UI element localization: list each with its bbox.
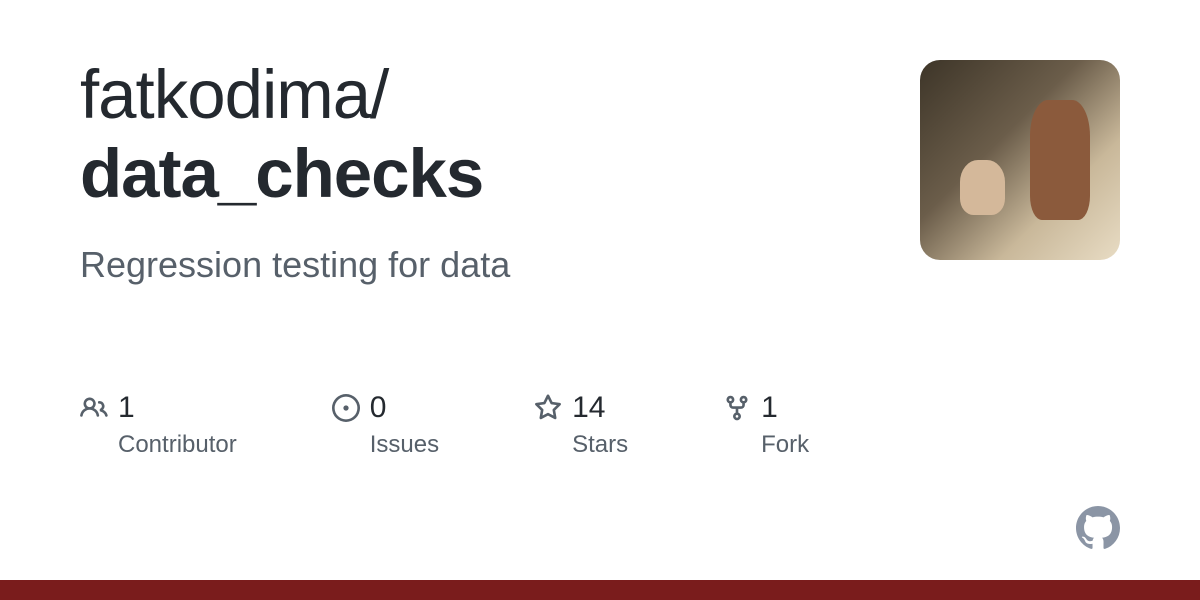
stat-issues[interactable]: 0 Issues: [332, 391, 439, 459]
repo-owner[interactable]: fatkodima: [80, 56, 370, 133]
forks-count: 1: [761, 391, 778, 425]
repo-separator: /: [370, 56, 388, 133]
social-preview-card: fatkodima/ data_checks Regression testin…: [0, 0, 1200, 600]
github-logo-icon[interactable]: [1076, 506, 1120, 550]
header-row: fatkodima/ data_checks Regression testin…: [80, 55, 1120, 286]
issues-count: 0: [370, 391, 387, 425]
stat-stars[interactable]: 14 Stars: [534, 391, 628, 459]
stat-forks[interactable]: 1 Fork: [723, 391, 809, 459]
issues-label: Issues: [370, 431, 439, 459]
contributors-count: 1: [118, 391, 135, 425]
stars-label: Stars: [572, 431, 628, 459]
stat-contributors[interactable]: 1 Contributor: [80, 391, 237, 459]
star-icon: [534, 394, 562, 422]
title-block: fatkodima/ data_checks Regression testin…: [80, 55, 920, 286]
forks-label: Fork: [761, 431, 809, 459]
issue-icon: [332, 394, 360, 422]
owner-avatar[interactable]: [920, 60, 1120, 260]
fork-icon: [723, 394, 751, 422]
people-icon: [80, 394, 108, 422]
contributors-label: Contributor: [118, 431, 237, 459]
stars-count: 14: [572, 391, 605, 425]
repo-title: fatkodima/ data_checks: [80, 55, 920, 214]
repo-name[interactable]: data_checks: [80, 134, 920, 213]
repo-description: Regression testing for data: [80, 244, 920, 286]
accent-bar: [0, 580, 1200, 600]
stats-row: 1 Contributor 0 Issues 14 Stars: [80, 391, 1120, 459]
